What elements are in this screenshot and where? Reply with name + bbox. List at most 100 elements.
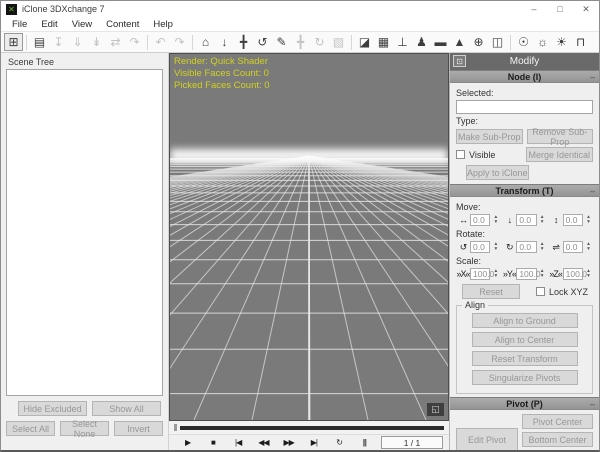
align-to-center-button[interactable]: Align to Center <box>472 332 578 347</box>
show-all-button[interactable]: Show All <box>92 401 161 416</box>
terrain-display-button[interactable]: ▲ <box>450 33 469 51</box>
value-field[interactable]: 100.0 <box>516 268 536 280</box>
redo-button[interactable]: ↷ <box>170 33 189 51</box>
point-light-button[interactable]: ☉ <box>514 33 533 51</box>
close-button[interactable]: ✕ <box>573 1 599 17</box>
spinner[interactable]: ▴▾ <box>538 215 547 225</box>
frame-bars-button[interactable]: ||| <box>352 438 376 447</box>
edit-pivot-button[interactable]: Edit Pivot <box>456 428 518 451</box>
timeline[interactable] <box>169 421 449 435</box>
hide-excluded-button[interactable]: Hide Excluded <box>18 401 87 416</box>
scale-gizmo-button[interactable]: ▧ <box>329 33 348 51</box>
spinner[interactable]: ▴▾ <box>491 269 500 279</box>
shadow-toggle-button[interactable]: ◪ <box>355 33 374 51</box>
props-display-button[interactable]: ◫ <box>488 33 507 51</box>
update-file-button[interactable]: ↷ <box>125 33 144 51</box>
undo-button[interactable]: ↶ <box>151 33 170 51</box>
spin-down-icon[interactable]: ▾ <box>494 220 497 225</box>
selected-input[interactable] <box>456 100 593 114</box>
select-none-button[interactable]: Select None <box>60 421 109 436</box>
export-obj-button[interactable]: ↡ <box>87 33 106 51</box>
value-field[interactable]: 0.0 <box>470 214 490 226</box>
export-iclone-button[interactable]: ↧ <box>49 33 68 51</box>
invert-button[interactable]: Invert <box>114 421 163 436</box>
pan-camera-button[interactable]: ╋ <box>234 33 253 51</box>
spinner[interactable]: ▴▾ <box>584 269 593 279</box>
spot-light-button[interactable]: ☼ <box>533 33 552 51</box>
minimize-button[interactable]: – <box>521 1 547 17</box>
spinner[interactable]: ▴▾ <box>491 215 500 225</box>
node-section-header[interactable]: Node (I) – <box>450 70 599 83</box>
export-fbx-button[interactable]: ⇓ <box>68 33 87 51</box>
reset-camera-button[interactable]: ↓ <box>215 33 234 51</box>
spin-down-icon[interactable]: ▾ <box>494 274 497 279</box>
viewport-layout-button[interactable]: ◱ <box>427 403 444 416</box>
help-menu[interactable]: Help <box>146 19 180 30</box>
next-frame-button[interactable]: ▶▶ <box>277 438 301 447</box>
reset-button[interactable]: Reset <box>462 284 520 299</box>
spin-down-icon[interactable]: ▾ <box>587 220 590 225</box>
select-all-button[interactable]: Select All <box>6 421 55 436</box>
apply-to-iclone-button[interactable]: Apply to iClone <box>466 165 529 180</box>
value-field[interactable]: 0.0 <box>516 241 536 253</box>
make-sub-prop-button[interactable]: Make Sub-Prop <box>456 129 523 144</box>
spin-down-icon[interactable]: ▾ <box>587 247 590 252</box>
value-field[interactable]: 0.0 <box>563 241 583 253</box>
loop-button[interactable]: ↻ <box>327 438 351 447</box>
view-menu[interactable]: View <box>65 19 99 30</box>
spin-down-icon[interactable]: ▾ <box>494 247 497 252</box>
value-field[interactable]: 0.0 <box>516 214 536 226</box>
singularize-pivots-button[interactable]: Singularize Pivots <box>472 370 578 385</box>
spin-down-icon[interactable]: ▾ <box>587 274 590 279</box>
pivot-center-button[interactable]: Pivot Center <box>522 414 593 429</box>
plane-display-button[interactable]: ▬ <box>431 33 450 51</box>
stop-button[interactable]: ■ <box>201 438 225 447</box>
value-field[interactable]: 0.0 <box>563 214 583 226</box>
scene-tree-list[interactable] <box>6 69 163 396</box>
timeline-track[interactable] <box>180 426 444 430</box>
viewport[interactable]: Render: Quick ShaderVisible Faces Count:… <box>169 53 449 421</box>
rotate-gizmo-button[interactable]: ↻ <box>310 33 329 51</box>
align-to-ground-button[interactable]: Align to Ground <box>472 313 578 328</box>
directional-light-button[interactable]: ☀ <box>552 33 571 51</box>
stage-display-button[interactable]: ⊓ <box>571 33 590 51</box>
batch-convert-button[interactable]: ⇄ <box>106 33 125 51</box>
axis-toggle-button[interactable]: ⊥ <box>393 33 412 51</box>
collapse-icon[interactable]: – <box>590 186 595 196</box>
first-frame-button[interactable]: |◀ <box>226 438 250 447</box>
previous-frame-button[interactable]: ◀◀ <box>251 438 275 447</box>
bottom-center-button[interactable]: Bottom Center <box>522 432 593 447</box>
spinner[interactable]: ▴▾ <box>538 269 547 279</box>
spinner[interactable]: ▴▾ <box>584 242 593 252</box>
scene-tree-toggle[interactable]: ⊞ <box>4 33 23 51</box>
home-view-button[interactable]: ⌂ <box>196 33 215 51</box>
visible-checkbox[interactable]: Visible <box>456 150 522 160</box>
lock-xyz-checkbox[interactable]: Lock XYZ <box>536 287 588 297</box>
file-menu[interactable]: File <box>5 19 34 30</box>
spin-down-icon[interactable]: ▾ <box>541 274 544 279</box>
collapse-icon[interactable]: – <box>590 399 595 409</box>
content-menu[interactable]: Content <box>99 19 146 30</box>
spinner[interactable]: ▴▾ <box>584 215 593 225</box>
last-frame-button[interactable]: ▶| <box>302 438 326 447</box>
spinner[interactable]: ▴▾ <box>491 242 500 252</box>
timeline-marker[interactable] <box>174 424 177 431</box>
collapse-icon[interactable]: – <box>590 72 595 82</box>
remove-sub-prop-button[interactable]: Remove Sub-Prop <box>527 129 594 144</box>
merge-identical-button[interactable]: Merge Identical <box>526 147 594 162</box>
play-button[interactable]: ▶ <box>176 438 200 447</box>
pick-tool-button[interactable]: ✎ <box>272 33 291 51</box>
sky-display-button[interactable]: ⊕ <box>469 33 488 51</box>
orbit-camera-button[interactable]: ↺ <box>253 33 272 51</box>
value-field[interactable]: 100.0 <box>563 268 583 280</box>
grid-toggle-button[interactable]: ▦ <box>374 33 393 51</box>
reset-transform-button[interactable]: Reset Transform <box>472 351 578 366</box>
spin-down-icon[interactable]: ▾ <box>541 220 544 225</box>
spin-down-icon[interactable]: ▾ <box>541 247 544 252</box>
spinner[interactable]: ▴▾ <box>538 242 547 252</box>
avatar-display-button[interactable]: ♟ <box>412 33 431 51</box>
open-file-button[interactable]: ▤ <box>30 33 49 51</box>
value-field[interactable]: 0.0 <box>470 241 490 253</box>
edit-menu[interactable]: Edit <box>34 19 64 30</box>
dock-icon[interactable]: ⊡ <box>453 55 466 67</box>
